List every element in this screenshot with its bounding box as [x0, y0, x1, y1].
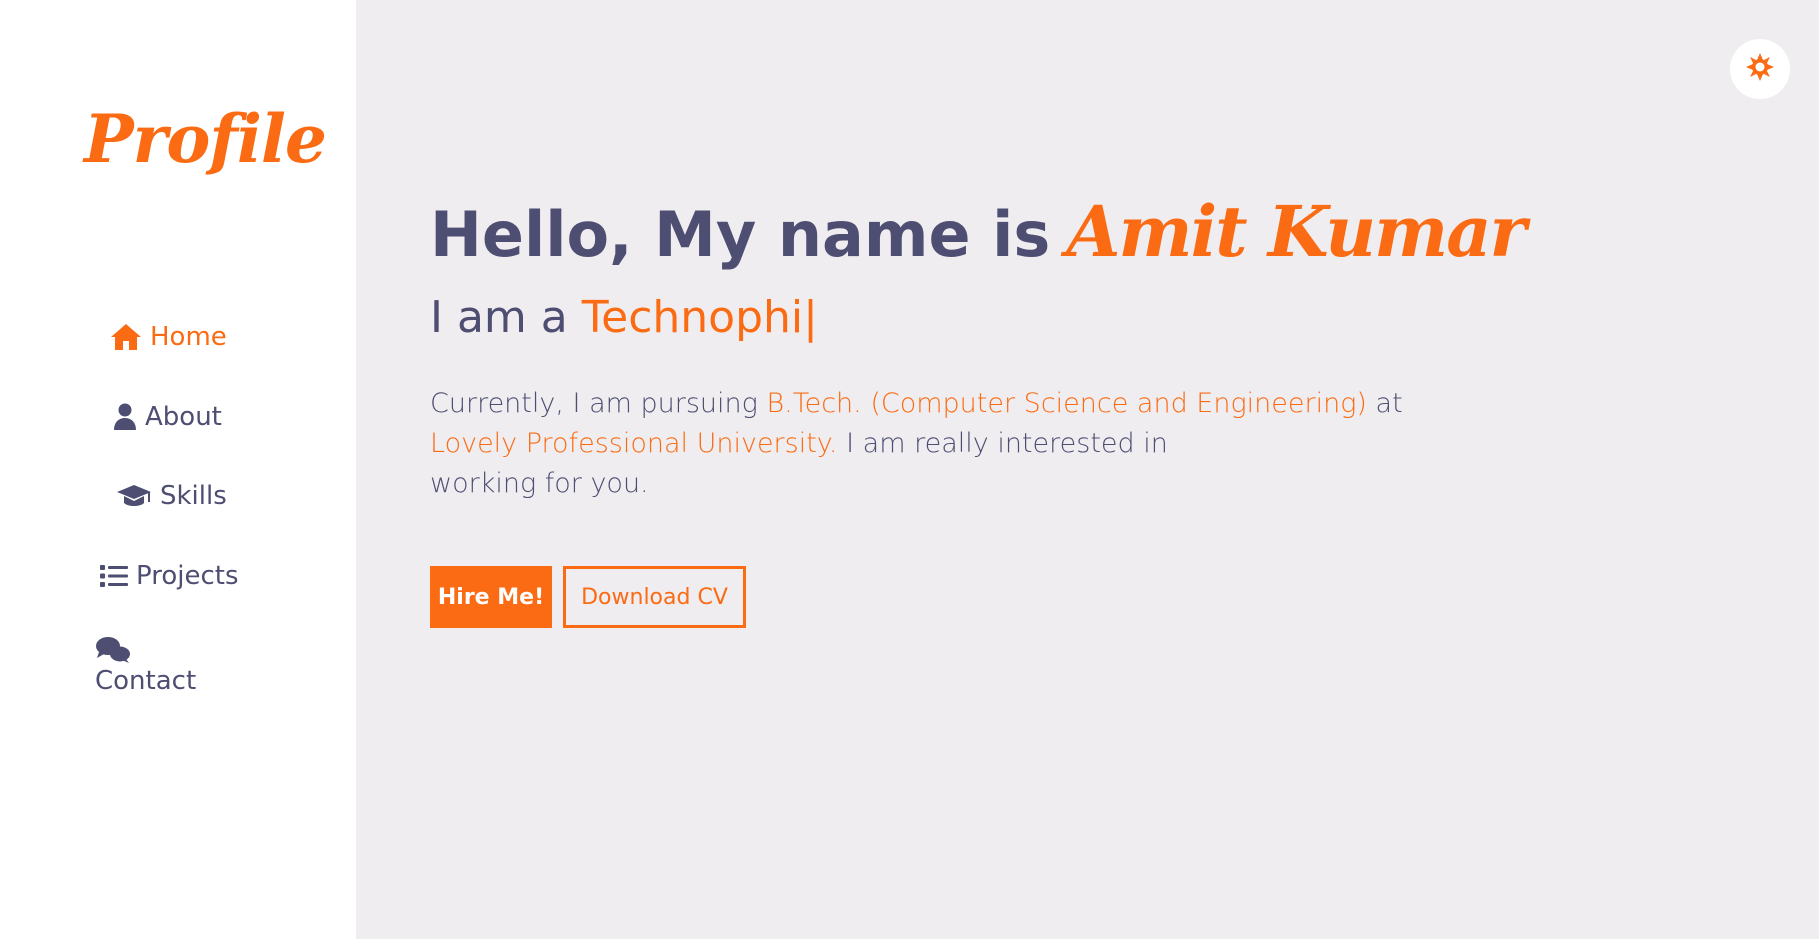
- nav-item-label: Home: [150, 322, 227, 352]
- greeting-prefix: Hello, My name is: [430, 198, 1051, 271]
- logo[interactable]: Profile: [84, 100, 327, 178]
- theme-toggle-button[interactable]: [1730, 39, 1790, 99]
- role-prefix: I am a: [430, 292, 568, 343]
- role-typed-text: Technophi|: [581, 292, 818, 343]
- desc-degree: B.Tech. (Computer Science and Engineerin…: [766, 388, 1367, 419]
- desc-university: Lovely Professional University.: [430, 428, 838, 459]
- nav-item-label: Skills: [160, 481, 227, 511]
- nav-item-skills[interactable]: Skills: [116, 481, 227, 511]
- nav-item-about[interactable]: About: [113, 402, 222, 432]
- user-icon: [113, 403, 137, 431]
- download-cv-button[interactable]: Download CV: [563, 566, 746, 628]
- desc-text-4: working for you.: [430, 468, 649, 499]
- desc-text-1: Currently, I am pursuing: [430, 388, 767, 419]
- nav-item-contact[interactable]: Contact: [95, 636, 196, 696]
- sun-icon: [1745, 52, 1775, 86]
- nav-item-label: Contact: [95, 666, 197, 696]
- nav-item-projects[interactable]: Projects: [100, 561, 239, 591]
- graduation-cap-icon: [116, 483, 152, 509]
- nav-item-label: About: [145, 402, 222, 432]
- sidebar: Profile Home About Skills Projects Conta…: [0, 0, 356, 939]
- hero-role: I am a Technophi|: [430, 292, 818, 343]
- desc-text-2: at: [1366, 388, 1403, 419]
- list-icon: [100, 564, 128, 588]
- comments-icon: [95, 636, 131, 664]
- hero-name: Amit Kumar: [1066, 190, 1526, 273]
- hire-me-button[interactable]: Hire Me!: [430, 566, 552, 628]
- hero-description: Currently, I am pursuing B.Tech. (Comput…: [430, 384, 1430, 504]
- nav-item-label: Projects: [136, 561, 239, 591]
- hero-heading: Hello, My name is Amit Kumar: [430, 190, 1526, 273]
- nav-item-home[interactable]: Home: [110, 322, 227, 352]
- desc-text-3: I am really interested in: [837, 428, 1168, 459]
- home-icon: [110, 323, 142, 351]
